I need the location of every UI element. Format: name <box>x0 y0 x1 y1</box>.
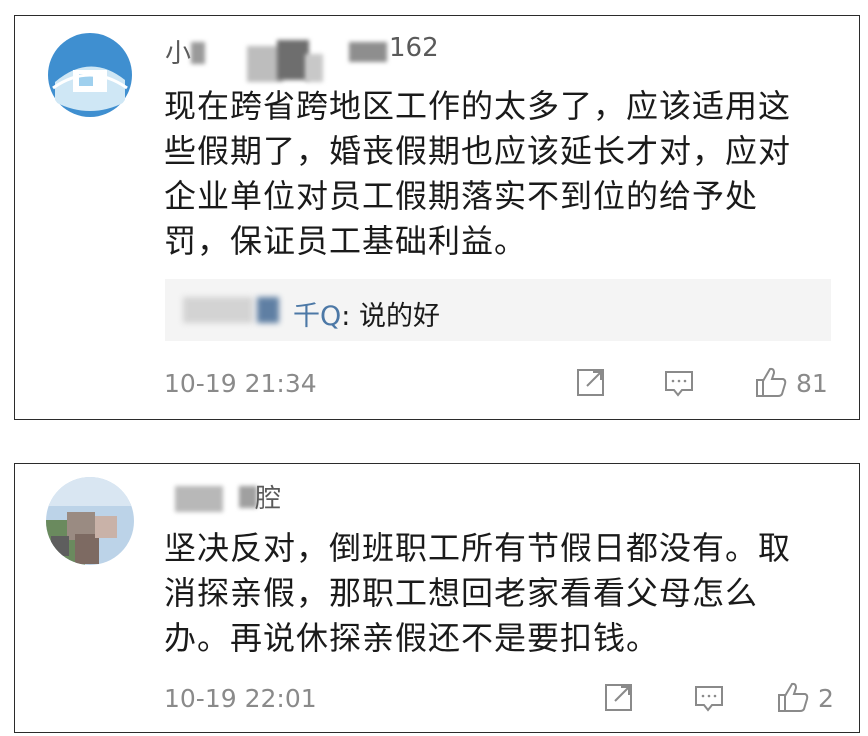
comment-icon[interactable] <box>692 680 726 714</box>
reply-text: 千Q: 说的好 <box>293 301 440 332</box>
share-icon[interactable] <box>602 680 636 714</box>
timestamp: 10-19 21:34 <box>164 369 317 398</box>
redaction-blur <box>257 297 279 323</box>
username-suffix[interactable]: 腔 <box>255 478 281 515</box>
comment-card: 小 162 现在跨省跨地区工作的太多了，应该适用这 些假期了，婚丧假期也应该延长… <box>14 15 860 420</box>
comment-card: 腔 坚决反对，倒班职工所有节假日都没有。取 消探亲假，那职工想回老家看看父母怎么… <box>14 463 860 733</box>
timestamp: 10-19 22:01 <box>164 684 317 713</box>
avatar[interactable] <box>47 32 133 118</box>
redaction-blur <box>305 54 323 82</box>
username[interactable]: 小 <box>165 33 191 70</box>
redaction-blur <box>349 42 387 62</box>
reply-author[interactable]: 千Q <box>293 301 341 332</box>
comment-footer: 10-19 21:34 81 <box>164 363 831 403</box>
like-icon[interactable] <box>776 680 810 714</box>
comment-text: 坚决反对，倒班职工所有节假日都没有。取 消探亲假，那职工想回老家看看父母怎么 办… <box>164 529 792 657</box>
redaction-blur <box>183 297 253 323</box>
username-suffix[interactable]: 162 <box>389 33 439 63</box>
comment-icon[interactable] <box>662 365 696 399</box>
like-count: 81 <box>796 369 828 398</box>
comment-text: 现在跨省跨地区工作的太多了，应该适用这 些假期了，婚丧假期也应该延长才对，应对 … <box>164 87 792 260</box>
redaction-blur <box>191 42 205 64</box>
avatar[interactable] <box>45 476 135 566</box>
share-icon[interactable] <box>574 365 608 399</box>
reply-preview[interactable]: 千Q: 说的好 <box>165 279 831 341</box>
like-icon[interactable] <box>754 365 788 399</box>
redaction-blur <box>175 486 223 512</box>
comment-footer: 10-19 22:01 2 <box>164 678 834 718</box>
like-count: 2 <box>818 684 834 713</box>
